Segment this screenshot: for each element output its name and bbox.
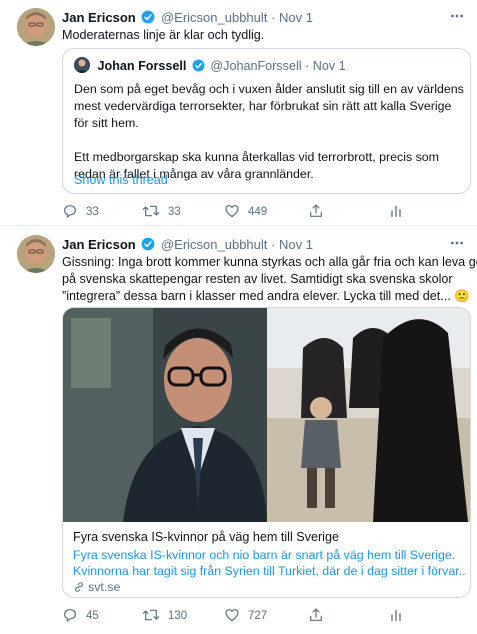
card-description[interactable]: Fyra svenska IS-kvinnor och nio barn är …: [73, 547, 465, 579]
tweet-header: Jan Ericson @Ericson_ubbhult · Nov 1: [62, 237, 313, 253]
like-button[interactable]: 727: [224, 607, 267, 625]
show-thread-link[interactable]: Show this thread: [74, 173, 168, 187]
tweet-text: Gissning: Inga brott kommer kunna styrka…: [62, 254, 477, 305]
reply-count: 33: [86, 206, 99, 218]
tweet[interactable]: Jan Ericson @Ericson_ubbhult · Nov 1 Gis…: [0, 227, 477, 634]
retweet-count: 33: [168, 206, 181, 218]
tweet-text: Moderaternas linje är klar och tydlig.: [62, 28, 265, 42]
author-handle[interactable]: @Ericson_ubbhult: [161, 10, 267, 25]
retweet-icon: [142, 609, 160, 621]
reply-button[interactable]: 45: [62, 607, 99, 625]
card-description-line: Kvinnorna har tagit sig från Syrien till…: [73, 564, 465, 578]
verified-badge-icon: [141, 10, 155, 28]
more-horizontal-icon[interactable]: [449, 8, 465, 27]
reply-icon: [64, 609, 76, 622]
dot-separator: ·: [271, 10, 276, 25]
heart-icon: [225, 205, 239, 218]
quoted-tweet-date: Nov 1: [312, 59, 346, 73]
quoted-paragraph: Den som på eget bevåg och i vuxen ålder …: [74, 82, 464, 130]
analytics-button[interactable]: [388, 203, 412, 221]
quoted-tweet[interactable]: Johan Forssell @JohanForssell · Nov 1 De…: [62, 48, 471, 194]
tweet-date[interactable]: Nov 1: [279, 237, 313, 252]
author-name[interactable]: Jan Ericson: [62, 10, 136, 25]
tweet-text-line: ”integrera” dessa barn i klasser med and…: [62, 289, 470, 303]
tweet-text-line: på svenska skattepengar resten av livet.…: [62, 272, 453, 286]
link-icon: [74, 582, 84, 592]
avatar[interactable]: [17, 235, 55, 273]
quoted-author-name: Johan Forssell: [97, 59, 187, 73]
like-count: 727: [248, 610, 268, 622]
link-card[interactable]: Fyra svenska IS-kvinnor på väg hem till …: [62, 307, 471, 598]
card-title[interactable]: Fyra svenska IS-kvinnor på väg hem till …: [73, 530, 463, 544]
like-count: 449: [248, 206, 268, 218]
analytics-icon: [391, 609, 401, 621]
quoted-tweet-header: Johan Forssell @JohanForssell · Nov 1: [74, 57, 346, 73]
dot-separator: ·: [271, 237, 276, 252]
tweet[interactable]: Jan Ericson @Ericson_ubbhult · Nov 1 Mod…: [0, 0, 477, 226]
quoted-avatar: [74, 57, 90, 73]
analytics-button[interactable]: [388, 607, 412, 625]
tweet-actions: 33 33 449: [62, 203, 442, 221]
tweet-date[interactable]: Nov 1: [279, 10, 313, 25]
retweet-button[interactable]: 130: [142, 607, 187, 625]
like-button[interactable]: 449: [224, 203, 267, 221]
card-image[interactable]: [63, 308, 470, 522]
retweet-count: 130: [168, 610, 188, 622]
more-horizontal-icon[interactable]: [449, 235, 465, 254]
reply-icon: [64, 205, 76, 218]
share-icon: [310, 204, 322, 217]
card-domain-text: svt.se: [88, 580, 121, 594]
heart-icon: [225, 609, 239, 622]
analytics-icon: [391, 205, 401, 217]
verified-badge-icon: [192, 59, 205, 76]
tweet-text-line: Gissning: Inga brott kommer kunna styrka…: [62, 255, 477, 269]
verified-badge-icon: [141, 237, 155, 255]
retweet-button[interactable]: 33: [142, 203, 181, 221]
tweet-actions: 45 130 727: [62, 607, 442, 625]
quoted-author-handle: @JohanForssell: [210, 59, 302, 73]
author-name[interactable]: Jan Ericson: [62, 237, 136, 252]
share-icon: [310, 608, 322, 621]
share-button[interactable]: [308, 203, 332, 221]
share-button[interactable]: [308, 607, 332, 625]
avatar[interactable]: [17, 8, 55, 46]
card-domain[interactable]: svt.se: [73, 580, 120, 594]
card-description-line: Fyra svenska IS-kvinnor och nio barn är …: [73, 548, 456, 562]
tweet-header: Jan Ericson @Ericson_ubbhult · Nov 1: [62, 10, 313, 26]
dot-separator: ·: [305, 59, 310, 73]
retweet-icon: [142, 205, 160, 217]
reply-button[interactable]: 33: [62, 203, 99, 221]
reply-count: 45: [86, 610, 99, 622]
author-handle[interactable]: @Ericson_ubbhult: [161, 237, 267, 252]
